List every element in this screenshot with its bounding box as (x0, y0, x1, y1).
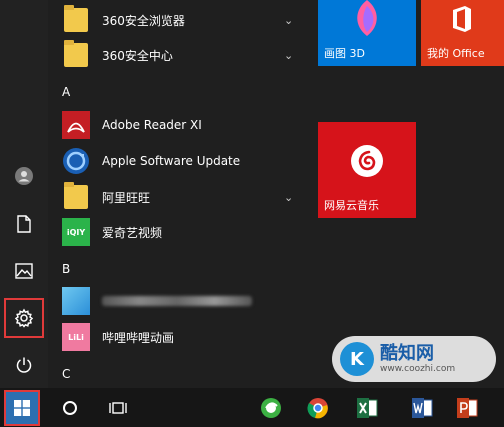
settings-button[interactable] (4, 298, 44, 338)
watermark-logo-icon: K (340, 342, 374, 376)
iqiyi-icon: iQIY (62, 218, 90, 246)
task-view-icon (109, 402, 127, 414)
start-button[interactable] (4, 390, 40, 426)
section-header-c[interactable]: C (62, 367, 70, 381)
adobe-reader-icon (62, 111, 90, 139)
netease-music-icon (351, 145, 383, 177)
list-item-blurred[interactable] (48, 283, 308, 319)
word-icon (412, 398, 433, 418)
app-list: 360安全浏览器 ⌄ 360安全中心 ⌄ A Adobe Reader XI A… (48, 0, 308, 388)
tile-area: 画图 3D 我的 Office 网易云音乐 (308, 0, 504, 388)
pictures-button[interactable] (4, 251, 44, 291)
watermark-url: www.coozhi.com (380, 364, 456, 374)
list-item-adobe-reader[interactable]: Adobe Reader XI (48, 107, 308, 143)
chevron-down-icon[interactable]: ⌄ (284, 14, 293, 27)
task-view-button[interactable] (100, 390, 136, 426)
taskbar-app-browser[interactable] (253, 390, 289, 426)
tile-my-office[interactable]: 我的 Office (421, 0, 504, 66)
watermark: K 酷知网 www.coozhi.com (332, 336, 496, 382)
list-item-aliwangwang[interactable]: 阿里旺旺 ⌄ (48, 179, 308, 215)
tile-label: 画图 3D (324, 47, 365, 60)
cortana-search-button[interactable] (52, 390, 88, 426)
windows-logo-icon (14, 400, 30, 416)
chevron-down-icon[interactable]: ⌄ (284, 49, 293, 62)
taskbar-app-powerpoint[interactable] (450, 390, 486, 426)
folder-icon (64, 5, 88, 32)
chevron-down-icon[interactable]: ⌄ (284, 191, 293, 204)
tile-netease-music[interactable]: 网易云音乐 (318, 122, 416, 218)
app-icon (62, 287, 90, 315)
taskbar-app-excel[interactable] (350, 390, 386, 426)
list-item-label: 360安全中心 (102, 48, 173, 63)
redacted-label (102, 296, 252, 306)
browser-icon (261, 398, 281, 418)
cortana-circle-icon (63, 401, 77, 415)
tile-label: 网易云音乐 (324, 199, 379, 212)
taskbar-app-chrome[interactable] (300, 390, 336, 426)
taskbar (0, 388, 504, 427)
folder-icon (64, 40, 88, 67)
list-item-360-security[interactable]: 360安全中心 ⌄ (48, 37, 308, 73)
list-item-label: 爱奇艺视频 (102, 225, 163, 240)
office-icon (453, 6, 471, 32)
list-item-label: 360安全浏览器 (102, 13, 185, 28)
watermark-title: 酷知网 (380, 343, 434, 364)
start-left-rail (0, 0, 48, 388)
bilibili-icon: LiLi (62, 323, 90, 351)
user-account-button[interactable] (4, 156, 44, 196)
gear-icon (14, 308, 34, 328)
power-button[interactable] (4, 345, 44, 385)
paint-3d-icon (357, 0, 377, 36)
list-item-360-browser[interactable]: 360安全浏览器 ⌄ (48, 2, 308, 38)
taskbar-app-word[interactable] (405, 390, 441, 426)
user-icon (15, 167, 33, 185)
tile-label: 我的 Office (427, 47, 485, 60)
powerpoint-icon (457, 398, 478, 418)
chrome-icon (307, 398, 328, 419)
tile-paint-3d[interactable]: 画图 3D (318, 0, 416, 66)
apple-update-icon (63, 148, 89, 174)
list-item-apple-update[interactable]: Apple Software Update (48, 143, 308, 179)
list-item-label: 阿里旺旺 (102, 190, 151, 205)
list-item-iqiyi[interactable]: iQIY 爱奇艺视频 (48, 214, 308, 250)
excel-icon (357, 398, 378, 418)
documents-button[interactable] (4, 204, 44, 244)
list-item-label: Apple Software Update (102, 154, 241, 168)
power-icon (16, 357, 32, 373)
folder-icon (64, 182, 88, 209)
list-item-label: Adobe Reader XI (102, 118, 202, 132)
list-item-label: 哔哩哔哩动画 (102, 330, 175, 345)
section-header-b[interactable]: B (62, 262, 70, 276)
section-header-a[interactable]: A (62, 85, 70, 99)
list-item-bilibili[interactable]: LiLi 哔哩哔哩动画 (48, 319, 308, 355)
document-icon (17, 215, 31, 233)
picture-icon (15, 263, 33, 279)
